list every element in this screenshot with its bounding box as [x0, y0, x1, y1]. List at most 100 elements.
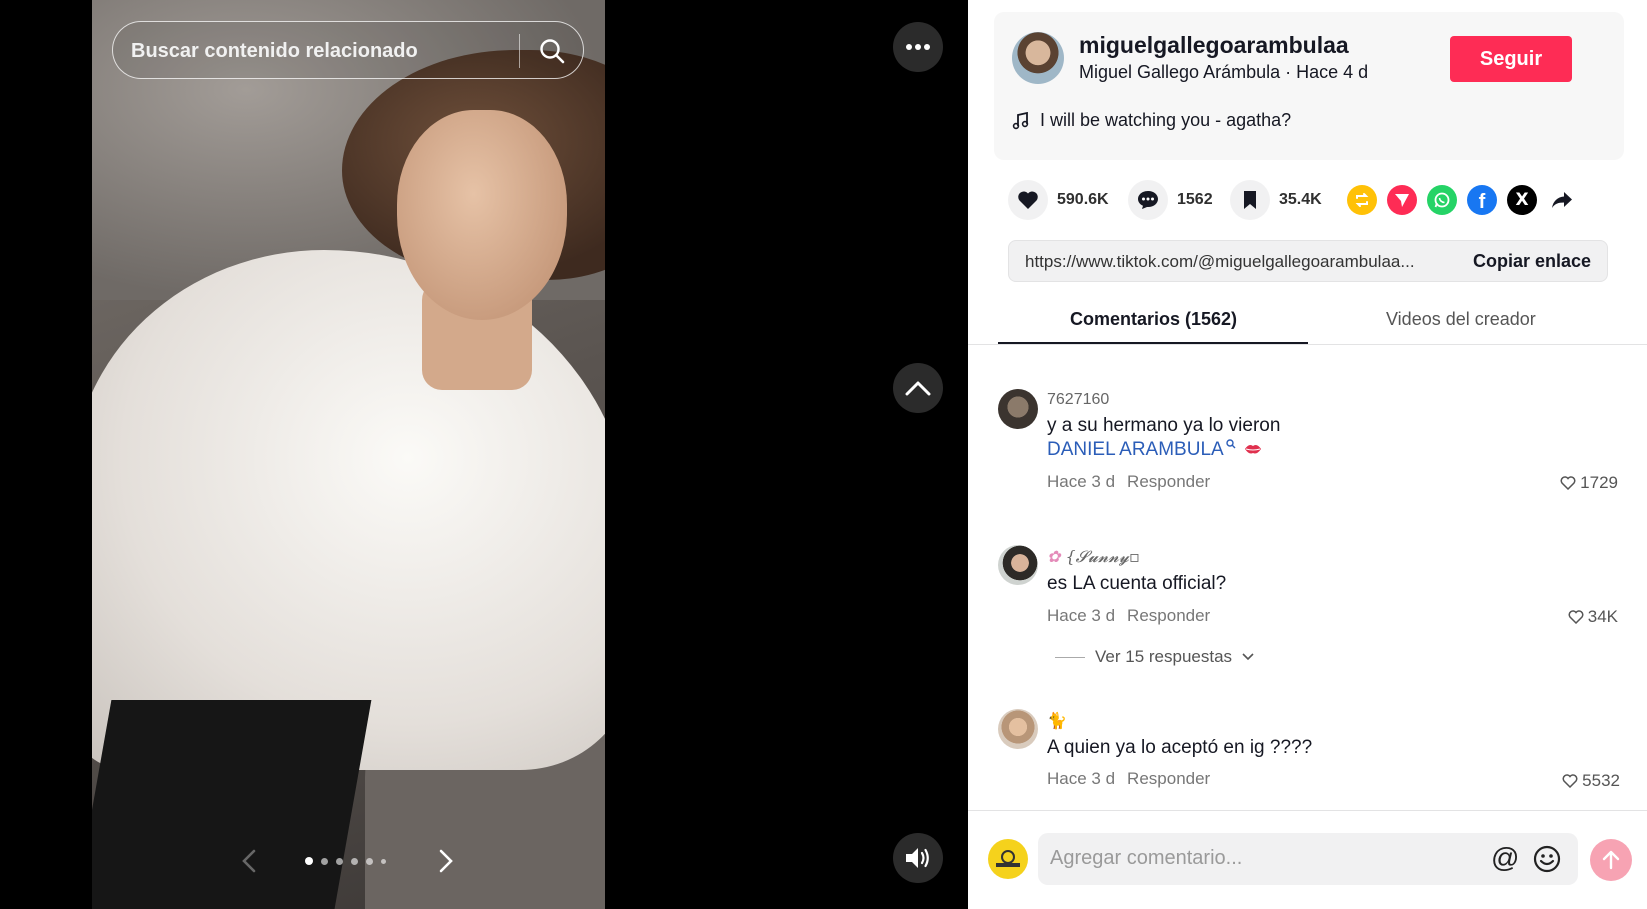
comment-input[interactable]: Agregar comentario... @ — [1038, 833, 1578, 885]
carousel-dot[interactable] — [366, 857, 373, 865]
carousel-dot[interactable] — [321, 857, 328, 865]
comment-stat[interactable]: 1562 — [1128, 180, 1213, 220]
comment-meta: Hace 3 d Responder — [1047, 769, 1222, 789]
comment-meta: Hace 3 d Responder — [1047, 606, 1222, 626]
follow-button[interactable]: Seguir — [1450, 36, 1572, 82]
send-comment-button[interactable] — [1590, 839, 1632, 881]
x-icon[interactable]: X — [1507, 185, 1537, 215]
side-panel: miguelgallegoarambulaa Miguel Gallego Ar… — [968, 0, 1647, 909]
music-row[interactable]: I will be watching you - agatha? — [1012, 110, 1291, 131]
chevron-up-icon — [905, 381, 931, 396]
like-stat[interactable]: 590.6K — [1008, 180, 1109, 220]
comment-item: ✿ {𝓢𝓾𝓷𝓷𝔂▫ es LA cuenta official? Hace 3 … — [998, 545, 1618, 667]
comment-username[interactable]: 7627160 — [1047, 391, 1109, 409]
commenter-avatar[interactable] — [998, 389, 1038, 429]
comment-item: 7627160 y a su hermano ya lo vieron DANI… — [998, 389, 1618, 499]
music-note-icon — [1012, 111, 1029, 129]
share-link-box: https://www.tiktok.com/@miguelgallegoara… — [1008, 240, 1608, 282]
post-photo[interactable] — [92, 0, 605, 909]
copy-link-button[interactable]: Copiar enlace — [1473, 251, 1591, 272]
carousel-prev-icon[interactable] — [240, 848, 258, 874]
reply-button[interactable]: Responder — [1127, 472, 1210, 491]
view-replies-label: Ver 15 respuestas — [1095, 647, 1233, 666]
comment-text: A quien ya lo aceptó en ig ???? — [1047, 737, 1313, 758]
whatsapp-icon[interactable] — [1427, 185, 1457, 215]
creator-subline: Miguel Gallego Arámbula · Hace 4 d — [1079, 62, 1369, 82]
bookmark-icon — [1244, 191, 1256, 209]
reply-button[interactable]: Responder — [1127, 606, 1210, 625]
creator-username[interactable]: miguelgallegoarambulaa — [1079, 32, 1349, 59]
repost-icon[interactable] — [1347, 185, 1377, 215]
like-count: 590.6K — [1057, 191, 1109, 208]
carousel-next-icon[interactable] — [437, 848, 455, 874]
video-stage: Buscar contenido relacionado — [0, 0, 968, 909]
comment-mention-link[interactable]: DANIEL ARAMBULA — [1047, 439, 1262, 461]
comment-count: 1562 — [1177, 191, 1213, 208]
comment-username[interactable]: 🐈 — [1047, 711, 1067, 731]
cat-emoji-icon: 🐈 — [1047, 713, 1067, 730]
volume-icon — [906, 848, 929, 868]
save-count: 35.4K — [1279, 191, 1322, 208]
panel-tabs: Comentarios (1562) Videos del creador — [968, 300, 1647, 345]
search-input[interactable]: Buscar contenido relacionado — [131, 40, 418, 63]
replies-divider — [1055, 656, 1085, 658]
creator-avatar[interactable] — [1012, 32, 1064, 84]
comment-like-count: 1729 — [1580, 473, 1618, 492]
carousel-dots — [305, 857, 386, 865]
tab-creator-videos[interactable]: Videos del creador — [1386, 309, 1536, 330]
carousel-dot[interactable] — [351, 857, 358, 865]
heart-outline-icon — [1562, 774, 1578, 788]
comment-like-button[interactable]: 34K — [1568, 607, 1618, 627]
current-user-avatar[interactable] — [988, 839, 1028, 879]
view-replies-button[interactable]: Ver 15 respuestas — [1055, 647, 1254, 667]
active-tab-indicator — [998, 342, 1308, 344]
music-title: I will be watching you - agatha? — [1040, 110, 1292, 130]
user-logo-icon — [996, 850, 1020, 867]
arrow-up-icon — [1602, 850, 1620, 870]
volume-button[interactable] — [893, 833, 943, 883]
engagement-bar: 590.6K 1562 35.4K f X — [1008, 180, 1647, 220]
search-icon — [1225, 439, 1236, 449]
mention-button[interactable]: @ — [1491, 842, 1519, 874]
carousel-dot[interactable] — [305, 857, 313, 865]
share-arrow-icon[interactable] — [1547, 185, 1577, 215]
search-icon[interactable] — [538, 37, 566, 65]
heart-outline-icon — [1560, 476, 1576, 490]
comment-meta: Hace 3 d Responder — [1047, 472, 1222, 492]
comment-like-count: 5532 — [1582, 771, 1620, 790]
previous-video-button[interactable] — [893, 363, 943, 413]
comment-icon — [1138, 191, 1158, 209]
save-stat[interactable]: 35.4K — [1230, 180, 1322, 220]
comment-time: Hace 3 d — [1047, 606, 1116, 625]
carousel-dot[interactable] — [336, 857, 343, 865]
carousel-dot[interactable] — [381, 858, 386, 864]
send-icon[interactable] — [1387, 185, 1417, 215]
chevron-down-icon — [1242, 653, 1254, 661]
commenter-avatar[interactable] — [998, 545, 1038, 585]
comment-time: Hace 3 d — [1047, 769, 1116, 788]
creator-card: miguelgallegoarambulaa Miguel Gallego Ar… — [994, 12, 1624, 160]
lips-icon — [1244, 445, 1261, 454]
commenter-avatar[interactable] — [998, 709, 1038, 749]
comment-text: y a su hermano ya lo vieron — [1047, 415, 1281, 436]
more-dots-icon — [906, 44, 930, 50]
search-bar[interactable]: Buscar contenido relacionado — [112, 21, 584, 79]
comment-text: es LA cuenta official? — [1047, 573, 1227, 594]
share-link-url[interactable]: https://www.tiktok.com/@miguelgallegoara… — [1025, 252, 1445, 272]
emoji-icon[interactable] — [1533, 845, 1561, 873]
tab-comments[interactable]: Comentarios (1562) — [1070, 309, 1237, 330]
more-options-button[interactable] — [893, 22, 943, 72]
comment-placeholder: Agregar comentario... — [1050, 847, 1243, 869]
heart-icon — [1018, 191, 1038, 209]
reply-button[interactable]: Responder — [1127, 769, 1210, 788]
facebook-icon[interactable]: f — [1467, 185, 1497, 215]
comment-username[interactable]: ✿ {𝓢𝓾𝓷𝓷𝔂▫ — [1047, 547, 1140, 567]
comment-composer: Agregar comentario... @ — [968, 810, 1647, 909]
comment-like-button[interactable]: 5532 — [1562, 771, 1620, 791]
comment-time: Hace 3 d — [1047, 472, 1116, 491]
heart-outline-icon — [1568, 610, 1584, 624]
search-divider — [519, 34, 520, 68]
comment-like-button[interactable]: 1729 — [1560, 473, 1618, 493]
comment-like-count: 34K — [1587, 607, 1618, 626]
comment-item: 🐈 A quien ya lo aceptó en ig ???? Hace 3… — [998, 709, 1620, 801]
